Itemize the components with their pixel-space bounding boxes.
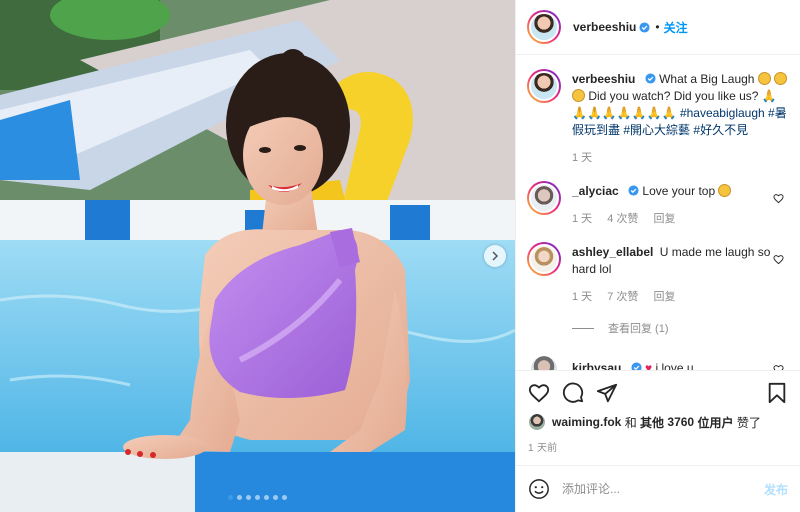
heart-eyes-emoji-icon — [718, 184, 732, 197]
caption-text: verbeeshiu What a Big Laugh Did you watc… — [572, 69, 788, 167]
likes-and: 和 — [624, 415, 637, 430]
comment-likes[interactable]: 4 次赞 — [607, 213, 638, 225]
laughing-emoji-icon — [572, 89, 585, 102]
verified-badge-icon — [645, 73, 656, 84]
reply-button[interactable]: 回复 — [654, 291, 676, 303]
carousel-dot — [237, 495, 242, 500]
likes-suffix[interactable]: 位用户 — [697, 414, 733, 431]
likes-summary: waiming.fok 和 其他 3760 位用户 赞了 — [528, 413, 788, 431]
caption-line-1: What a Big Laugh — [659, 72, 755, 86]
post-side-panel: verbeeshiu • 关注 verbeeshiu What a Big La… — [515, 0, 800, 512]
post-actions: waiming.fok 和 其他 3760 位用户 赞了 1 天前 — [516, 370, 800, 454]
hashtag[interactable]: #開心大綜藝 — [623, 123, 690, 137]
liker-avatar[interactable] — [528, 413, 546, 431]
view-replies-button[interactable]: 查看回复 (1) — [572, 320, 788, 336]
like-comment-heart-icon[interactable] — [773, 193, 784, 204]
comments-list[interactable]: verbeeshiu What a Big Laugh Did you watc… — [516, 55, 800, 370]
view-replies-line — [572, 327, 594, 329]
photo-illustration — [0, 0, 515, 512]
emoji-smiley-icon[interactable] — [528, 478, 550, 500]
carousel-dot — [228, 495, 233, 500]
commenter-avatar[interactable] — [527, 181, 561, 215]
laughing-emoji-icon — [757, 72, 771, 85]
add-comment-bar: 发布 — [516, 465, 800, 512]
carousel-dot — [246, 495, 251, 500]
commenter-username[interactable]: kirbysau — [572, 361, 621, 370]
verified-badge-icon — [639, 21, 650, 33]
carousel-dot — [264, 495, 269, 500]
caption-time[interactable]: 1 天 — [572, 152, 592, 164]
like-comment-heart-icon[interactable] — [773, 364, 784, 370]
liker-username[interactable]: waiming.fok — [552, 415, 621, 429]
carousel-dot — [273, 495, 278, 500]
comment-meta: 1 天 7 次赞 回复 — [572, 289, 788, 306]
comment-time[interactable]: 1 天 — [572, 213, 592, 225]
like-comment-heart-icon[interactable] — [773, 254, 784, 265]
carousel-dot — [282, 495, 287, 500]
follow-button[interactable]: 关注 — [664, 19, 688, 36]
view-replies-label: 查看回复 (1) — [608, 323, 669, 335]
comment-time[interactable]: 1 天 — [572, 291, 592, 303]
caption-username[interactable]: verbeeshiu — [572, 72, 635, 86]
hashtag[interactable]: #好久不見 — [693, 123, 748, 137]
author-username[interactable]: verbeeshiu — [573, 20, 636, 34]
author-avatar[interactable] — [527, 10, 561, 44]
caption: verbeeshiu What a Big Laugh Did you watc… — [527, 69, 788, 167]
caption-avatar[interactable] — [527, 69, 561, 103]
commenter-avatar[interactable] — [531, 356, 557, 370]
red-heart-emoji-icon: ♥ — [645, 361, 653, 370]
post-photo[interactable] — [0, 0, 515, 512]
comment-text: kirbysau ♥ i love u — [572, 356, 788, 370]
verified-badge-icon — [628, 185, 639, 196]
comment-likes[interactable]: 7 次赞 — [607, 291, 638, 303]
chevron-right-icon — [492, 251, 499, 261]
comment-item: _alyciac Love your top 1 天 4 次赞 回复 — [527, 181, 788, 228]
save-bookmark-icon[interactable] — [766, 382, 788, 404]
instagram-post-modal: verbeeshiu • 关注 verbeeshiu What a Big La… — [0, 0, 800, 512]
comment-item: ashley_ellabel U made me laugh so hard l… — [527, 242, 788, 306]
comment-bubble-icon[interactable] — [562, 382, 584, 404]
commenter-username[interactable]: _alyciac — [572, 184, 619, 198]
action-icons — [528, 381, 788, 405]
share-paper-plane-icon[interactable] — [596, 382, 618, 404]
carousel-dot — [255, 495, 260, 500]
comment-content: i love u — [655, 361, 694, 370]
carousel-next-button[interactable] — [484, 245, 506, 267]
hashtag[interactable]: #haveabiglaugh — [680, 106, 765, 120]
post-comment-button[interactable]: 发布 — [764, 481, 788, 498]
comment-content: Love your top — [642, 184, 716, 198]
likes-liked: 赞了 — [736, 415, 761, 430]
comment-meta: 1 天 4 次赞 回复 — [572, 211, 788, 228]
likes-count[interactable]: 3760 — [667, 415, 694, 429]
caption-line-2: Did you watch? Did you like us? — [588, 89, 759, 103]
verified-badge-icon — [631, 362, 642, 370]
carousel-dots — [0, 495, 515, 500]
post-header: verbeeshiu • 关注 — [516, 0, 800, 55]
caption-meta: 1 天 — [572, 150, 788, 167]
add-comment-input[interactable] — [562, 482, 764, 496]
likes-others[interactable]: 其他 — [640, 414, 664, 431]
like-heart-icon[interactable] — [528, 382, 550, 404]
reply-button[interactable]: 回复 — [654, 213, 676, 225]
comment-item: kirbysau ♥ i love u — [527, 356, 788, 370]
comment-text: ashley_ellabel U made me laugh so hard l… — [572, 242, 788, 306]
post-timestamp[interactable]: 1 天前 — [528, 439, 788, 454]
laughing-emoji-icon — [774, 72, 788, 85]
commenter-avatar[interactable] — [527, 242, 561, 276]
comment-text: _alyciac Love your top 1 天 4 次赞 回复 — [572, 181, 788, 228]
commenter-username[interactable]: ashley_ellabel — [572, 245, 653, 259]
follow-separator: • — [655, 20, 660, 34]
